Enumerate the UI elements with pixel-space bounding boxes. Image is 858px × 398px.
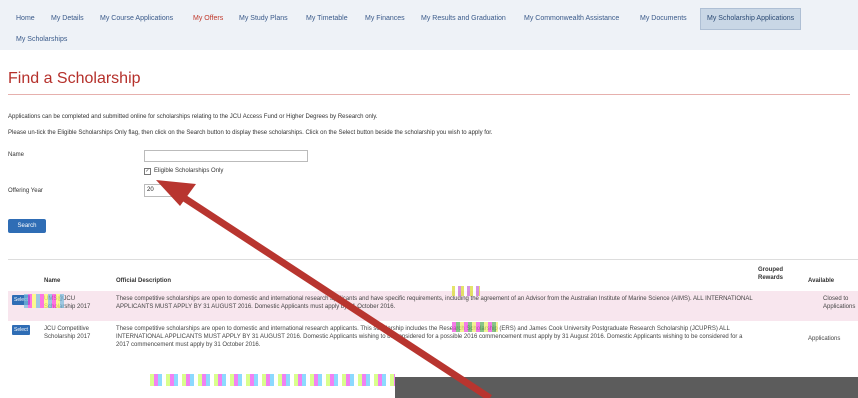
annotation-arrow-icon — [156, 180, 492, 398]
